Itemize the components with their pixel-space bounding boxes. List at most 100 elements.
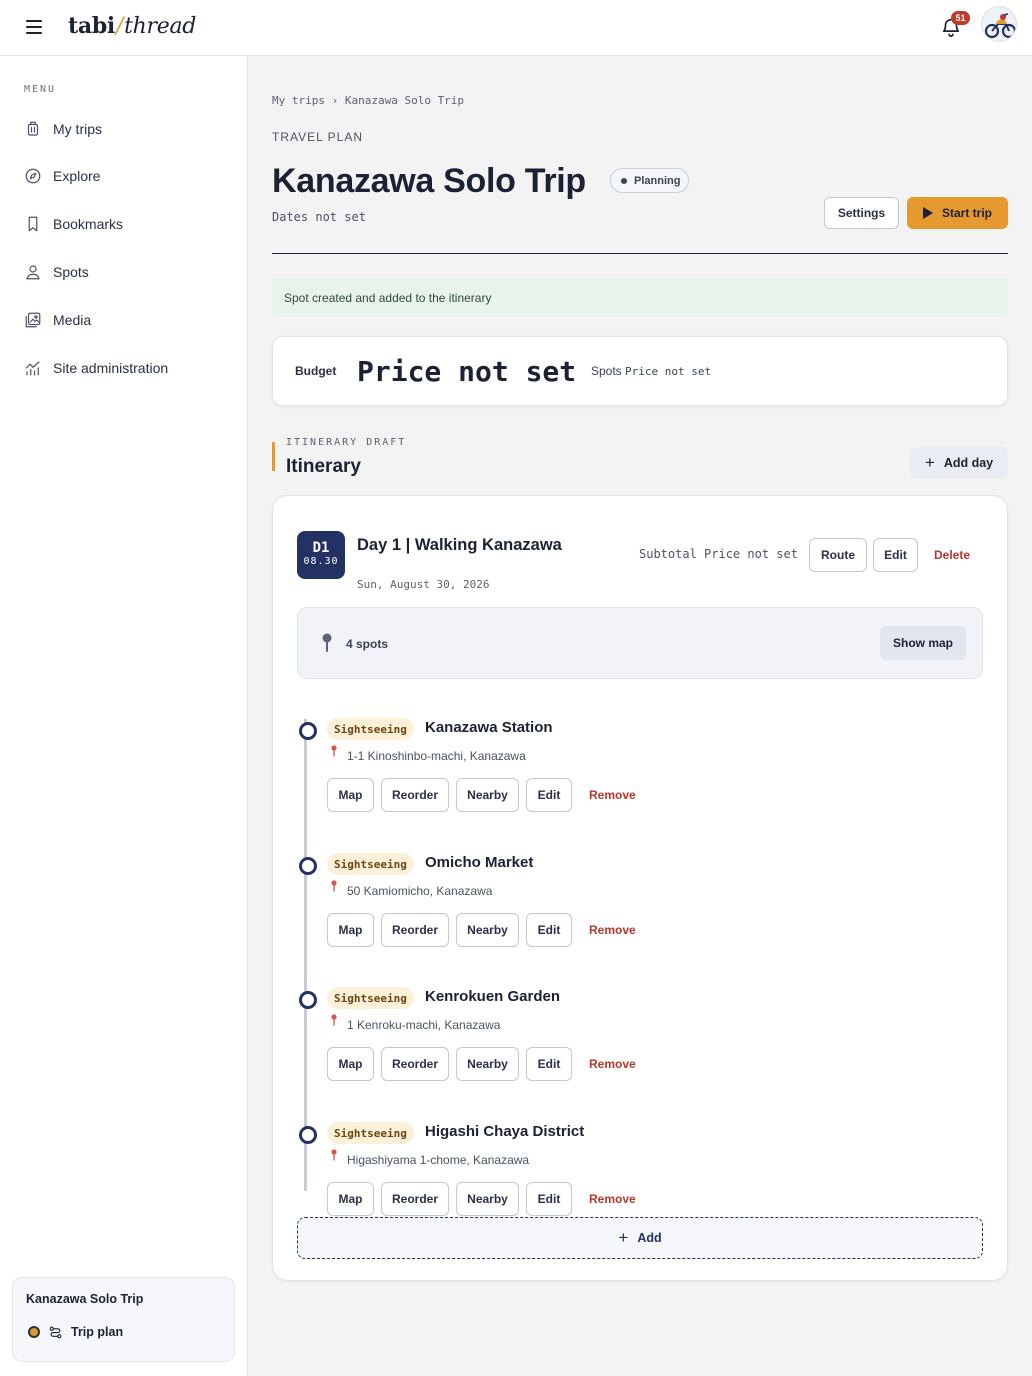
remove-spot-button[interactable]: Remove (589, 1192, 636, 1206)
plus-icon: + (618, 1228, 629, 1247)
list-item: Sightseeing Kanazawa Station 1-1 Kinoshi… (297, 718, 983, 838)
sidebar: MENU My trips Explore Bookmarks Spots Me… (0, 56, 248, 1376)
sidebar-item-bookmarks[interactable]: Bookmarks (24, 212, 123, 236)
delete-day-button[interactable]: Delete (934, 548, 970, 562)
trip-plan-link[interactable]: Trip plan (71, 1325, 123, 1339)
play-icon (922, 207, 933, 219)
spot-address: Higashiyama 1-chome, Kanazawa (347, 1153, 530, 1167)
spot-name[interactable]: Kanazawa Station (425, 719, 553, 736)
timeline-node (299, 722, 317, 740)
page-title: Kanazawa Solo Trip (272, 162, 586, 200)
map-button[interactable]: Map (327, 913, 374, 947)
timeline-node (299, 1126, 317, 1144)
nearby-button[interactable]: Nearby (456, 913, 519, 947)
location-pin-icon (331, 745, 337, 757)
add-spot-button[interactable]: + Add (297, 1217, 983, 1259)
nearby-button[interactable]: Nearby (456, 1047, 519, 1081)
top-bar: tabi/thread 51 (0, 0, 1032, 56)
day-subtotal: Subtotal Price not set (639, 547, 798, 561)
spot-address: 1-1 Kinoshinbo-machi, Kanazawa (347, 749, 526, 763)
day-date: Sun, August 30, 2026 (357, 578, 490, 591)
spot-address: 1 Kenroku-machi, Kanazawa (347, 1018, 501, 1032)
map-button[interactable]: Map (327, 778, 374, 812)
edit-day-button[interactable]: Edit (873, 538, 918, 572)
budget-card: Budget Price not set Spots Price not set (272, 336, 1008, 406)
show-map-button[interactable]: Show map (880, 626, 966, 660)
edit-spot-button[interactable]: Edit (526, 1047, 572, 1081)
day-card: D1 08.30 Day 1 | Walking Kanazawa Sun, A… (272, 495, 1008, 1281)
sidebar-item-site-administration[interactable]: Site administration (24, 356, 168, 380)
image-icon (25, 312, 41, 328)
category-badge: Sightseeing (327, 987, 414, 1009)
map-pin-icon (322, 633, 332, 652)
list-item: Sightseeing Omicho Market 50 Kamiomicho,… (297, 853, 983, 973)
active-dot-icon (28, 1326, 40, 1338)
sidebar-item-label: My trips (53, 121, 102, 137)
sidebar-item-spots[interactable]: Spots (24, 260, 89, 284)
map-panel: 4 spots Show map (297, 607, 983, 679)
reorder-button[interactable]: Reorder (381, 1182, 449, 1216)
trip-dates: Dates not set (272, 210, 366, 224)
nearby-button[interactable]: Nearby (456, 778, 519, 812)
sidebar-item-media[interactable]: Media (24, 308, 91, 332)
chart-icon (25, 361, 40, 376)
start-trip-button[interactable]: Start trip (907, 197, 1008, 229)
itinerary-title: Itinerary (286, 456, 361, 477)
map-button[interactable]: Map (327, 1047, 374, 1081)
luggage-icon (27, 121, 39, 136)
spot-name[interactable]: Kenrokuen Garden (425, 988, 560, 1005)
spots-count: 4 spots (346, 637, 389, 651)
plus-icon: + (924, 452, 935, 472)
sidebar-item-label: Bookmarks (53, 216, 124, 232)
reorder-button[interactable]: Reorder (381, 778, 449, 812)
category-badge: Sightseeing (327, 718, 414, 740)
current-trip-card[interactable]: Kanazawa Solo Trip Trip plan (12, 1277, 235, 1362)
route-icon (49, 1326, 62, 1339)
day-title: Day 1 | Walking Kanazawa (357, 536, 562, 554)
remove-spot-button[interactable]: Remove (589, 788, 636, 802)
location-pin-icon (331, 880, 337, 892)
category-badge: Sightseeing (327, 1122, 414, 1144)
sidebar-item-label: Explore (53, 168, 101, 184)
spot-name[interactable]: Higashi Chaya District (425, 1123, 584, 1140)
sidebar-item-explore[interactable]: Explore (24, 164, 100, 188)
reorder-button[interactable]: Reorder (381, 913, 449, 947)
compass-icon (25, 168, 41, 184)
location-pin-icon (331, 1014, 337, 1026)
remove-spot-button[interactable]: Remove (589, 923, 636, 937)
itinerary-kicker: ITINERARY DRAFT (286, 437, 407, 448)
budget-label: Budget (295, 364, 337, 378)
spots-budget: Spots Price not set (591, 364, 712, 378)
add-day-button[interactable]: + Add day (910, 447, 1008, 478)
list-item: Sightseeing Kenrokuen Garden 1 Kenroku-m… (297, 987, 983, 1107)
reorder-button[interactable]: Reorder (381, 1047, 449, 1081)
sidebar-item-my-trips[interactable]: My trips (24, 117, 102, 141)
breadcrumb[interactable]: My trips › Kanazawa Solo Trip (272, 94, 464, 107)
remove-spot-button[interactable]: Remove (589, 1057, 636, 1071)
current-trip-title: Kanazawa Solo Trip (26, 1292, 144, 1306)
edit-spot-button[interactable]: Edit (526, 1182, 572, 1216)
nearby-button[interactable]: Nearby (456, 1182, 519, 1216)
menu-icon[interactable] (26, 20, 42, 34)
sidebar-item-label: Media (53, 312, 92, 328)
header-divider (272, 253, 1008, 254)
sidebar-item-label: Spots (53, 264, 89, 280)
itinerary-accent-bar (272, 442, 275, 471)
avatar[interactable] (981, 6, 1017, 42)
map-button[interactable]: Map (327, 1182, 374, 1216)
budget-value: Price not set (357, 355, 577, 388)
spot-name[interactable]: Omicho Market (425, 854, 533, 871)
edit-spot-button[interactable]: Edit (526, 778, 572, 812)
app-logo[interactable]: tabi/thread (68, 13, 196, 39)
notification-badge: 51 (951, 11, 970, 25)
edit-spot-button[interactable]: Edit (526, 913, 572, 947)
sidebar-item-label: Site administration (53, 360, 169, 376)
success-alert: Spot created and added to the itinerary (272, 278, 1008, 317)
spot-address: 50 Kamiomicho, Kanazawa (347, 884, 493, 898)
day-badge: D1 08.30 (297, 531, 345, 579)
settings-button[interactable]: Settings (824, 197, 899, 229)
motorcycle-icon (984, 13, 1016, 39)
timeline-node (299, 991, 317, 1009)
route-button[interactable]: Route (809, 538, 867, 572)
timeline-node (299, 857, 317, 875)
